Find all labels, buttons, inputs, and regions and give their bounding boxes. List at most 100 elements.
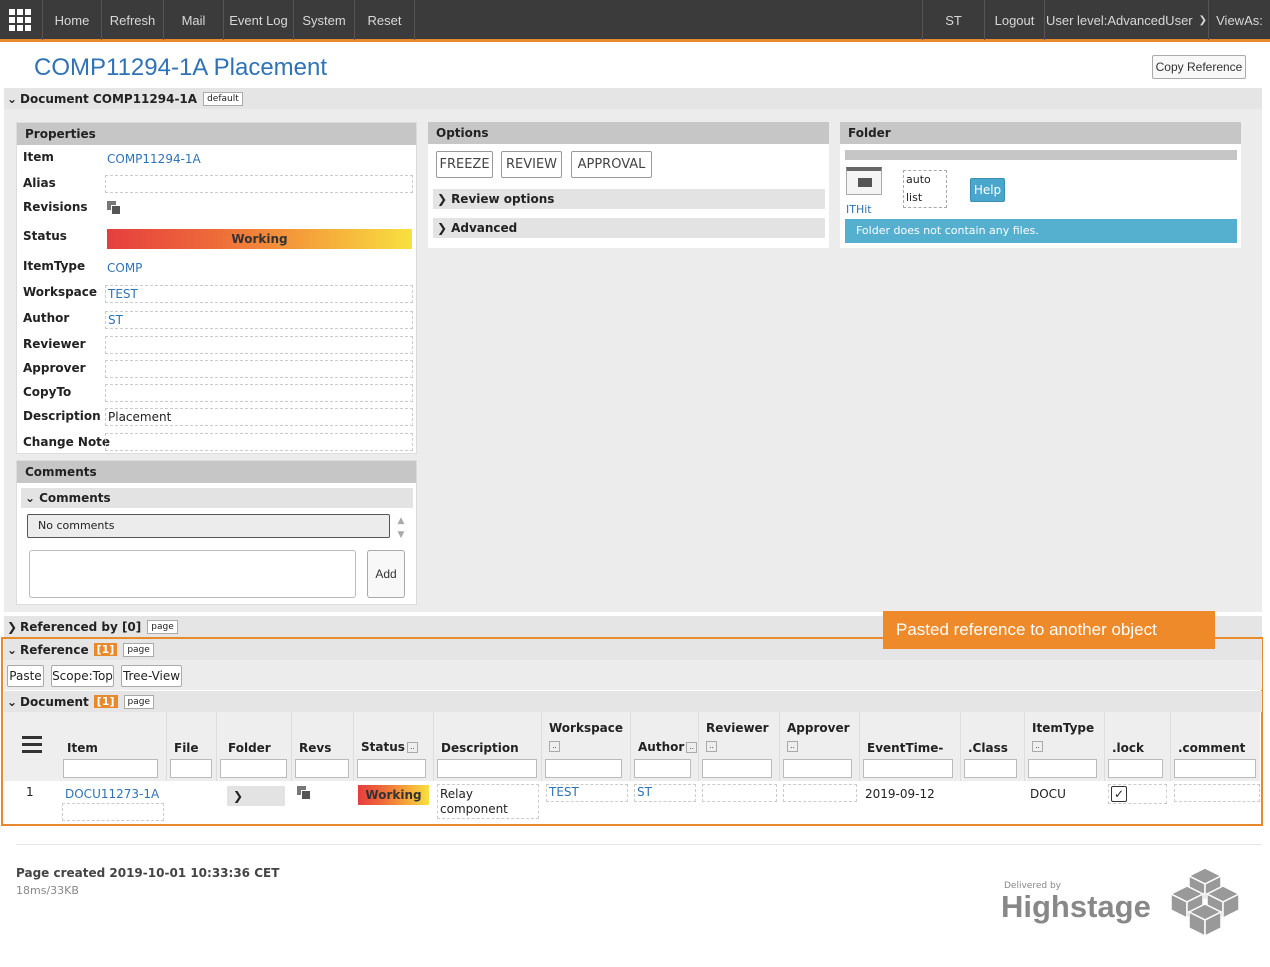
document-sub-header[interactable]: ⌄ Document [1] page (4, 691, 1262, 712)
status-badge[interactable]: Working (107, 229, 412, 249)
scope-top-button[interactable]: Scope:Top (51, 665, 114, 687)
menu-icon[interactable] (22, 736, 42, 754)
col-description[interactable]: Description (441, 741, 519, 755)
prop-value-itemtype[interactable]: COMP (105, 260, 413, 278)
filter-item-input[interactable] (63, 759, 158, 778)
col-author[interactable]: Author.. (638, 740, 698, 754)
document-sub-page-tag[interactable]: page (123, 694, 154, 709)
paste-button[interactable]: Paste (7, 665, 44, 687)
col-class[interactable]: .Class (968, 741, 1008, 755)
filter-lock-input[interactable] (1108, 759, 1163, 778)
advanced-header[interactable]: ❯ Advanced (433, 218, 825, 238)
revisions-icon[interactable] (107, 201, 123, 215)
filter-description-input[interactable] (437, 759, 537, 778)
prop-label-revisions: Revisions (23, 200, 88, 214)
row-workspace-field[interactable]: TEST (546, 784, 628, 802)
comment-input[interactable] (29, 550, 356, 598)
nav-user[interactable]: ST (922, 0, 984, 40)
nav-views-as[interactable]: ViewAs: (1208, 0, 1270, 40)
row-approver-field[interactable] (783, 784, 857, 802)
col-lock[interactable]: .lock (1112, 741, 1144, 755)
col-itemtype[interactable]: ItemType.. (1032, 721, 1094, 752)
view-mode-list[interactable]: list (906, 189, 946, 207)
filter-reviewer-input[interactable] (702, 759, 772, 778)
filter-comment-input[interactable] (1174, 759, 1256, 778)
nav-logout[interactable]: Logout (984, 0, 1044, 40)
copyto-field[interactable] (105, 384, 413, 402)
col-workspace[interactable]: Workspace.. (549, 721, 623, 752)
freeze-button[interactable]: FREEZE (436, 151, 493, 178)
filter-class-input[interactable] (964, 759, 1017, 778)
col-folder[interactable]: Folder (228, 741, 271, 755)
app-grid-icon[interactable] (0, 0, 40, 40)
col-event-time[interactable]: EventTime- (867, 741, 943, 755)
filter-revs-input[interactable] (295, 759, 349, 778)
default-tag[interactable]: default (203, 91, 243, 106)
nav-reset[interactable]: Reset (354, 0, 415, 40)
prop-value-item[interactable]: COMP11294-1A (105, 151, 413, 169)
folder-open-icon[interactable] (846, 167, 882, 195)
col-reviewer[interactable]: Reviewer.. (706, 721, 769, 752)
ithit-link[interactable]: ITHit (846, 203, 872, 216)
tree-view-button[interactable]: Tree-View (121, 665, 182, 687)
author-field[interactable]: ST (105, 311, 413, 329)
row-author-field[interactable]: ST (634, 784, 696, 802)
comments-scroll-arrows[interactable]: ▲ ▼ (394, 514, 408, 546)
author-filter-toggle[interactable]: .. (686, 742, 698, 753)
review-options-header[interactable]: ❯ Review options (433, 189, 825, 209)
row-lock-field[interactable]: ✓ (1108, 784, 1167, 804)
status-filter-toggle[interactable]: .. (406, 742, 418, 753)
nav-system[interactable]: System (293, 0, 354, 40)
row-revisions-icon[interactable] (297, 786, 313, 800)
filter-workspace-input[interactable] (545, 759, 622, 778)
filter-folder-input[interactable] (220, 759, 287, 778)
col-revs[interactable]: Revs (299, 741, 331, 755)
row-item-link[interactable]: DOCU11273-1A (65, 787, 159, 801)
reviewer-field[interactable] (105, 336, 413, 354)
reviewer-filter-toggle[interactable]: .. (706, 741, 717, 752)
itemtype-filter-toggle[interactable]: .. (1032, 741, 1043, 752)
add-comment-button[interactable]: Add (367, 550, 405, 598)
nav-refresh[interactable]: Refresh (101, 0, 163, 40)
row-comment-field[interactable] (1174, 784, 1260, 802)
filter-itemtype-input[interactable] (1028, 759, 1097, 778)
workspace-field[interactable]: TEST (105, 285, 413, 303)
comments-subheader[interactable]: ⌄ Comments (21, 488, 413, 508)
approver-field[interactable] (105, 360, 413, 378)
review-button[interactable]: REVIEW (501, 151, 562, 178)
row-reviewer-field[interactable] (702, 784, 777, 802)
nav-home[interactable]: Home (42, 0, 101, 40)
alias-field[interactable] (105, 175, 413, 193)
row-event-time: 2019-09-12 (865, 787, 935, 801)
nav-event-log[interactable]: Event Log (223, 0, 293, 40)
filter-approver-input[interactable] (783, 759, 852, 778)
reference-page-tag[interactable]: page (123, 642, 154, 657)
view-mode-auto[interactable]: auto (906, 171, 946, 189)
filter-eventtime-input[interactable] (863, 759, 953, 778)
row-folder-button[interactable]: ❯ (227, 786, 285, 806)
document-section-header[interactable]: ⌄ Document COMP11294-1A default (4, 88, 1262, 109)
nav-mail[interactable]: Mail (163, 0, 223, 40)
workspace-filter-toggle[interactable]: .. (549, 741, 560, 752)
col-status[interactable]: Status.. (361, 740, 418, 754)
referenced-by-page-tag[interactable]: page (147, 619, 178, 634)
row-status-badge[interactable]: Working (358, 785, 429, 805)
help-button[interactable]: Help (970, 178, 1005, 202)
copy-reference-button[interactable]: Copy Reference (1152, 55, 1246, 79)
approval-button[interactable]: APPROVAL (571, 151, 652, 178)
filter-author-input[interactable] (634, 759, 691, 778)
col-approver[interactable]: Approver.. (787, 721, 850, 752)
approver-filter-toggle[interactable]: .. (787, 741, 798, 752)
row-description-field[interactable]: Relay component (437, 784, 539, 819)
col-item[interactable]: Item (67, 741, 98, 755)
checkmark-icon[interactable]: ✓ (1111, 786, 1127, 802)
col-file[interactable]: File (174, 741, 199, 755)
description-field[interactable]: Placement (105, 408, 413, 426)
change-note-field[interactable] (105, 433, 413, 451)
col-comment[interactable]: .comment (1178, 741, 1245, 755)
filter-file-input[interactable] (170, 759, 212, 778)
filter-status-input[interactable] (357, 759, 426, 778)
user-level-dropdown[interactable]: User level:AdvancedUser ❯ (1044, 0, 1208, 40)
row-item-alias-field[interactable] (62, 803, 164, 821)
view-mode-select[interactable]: auto list (903, 170, 947, 208)
